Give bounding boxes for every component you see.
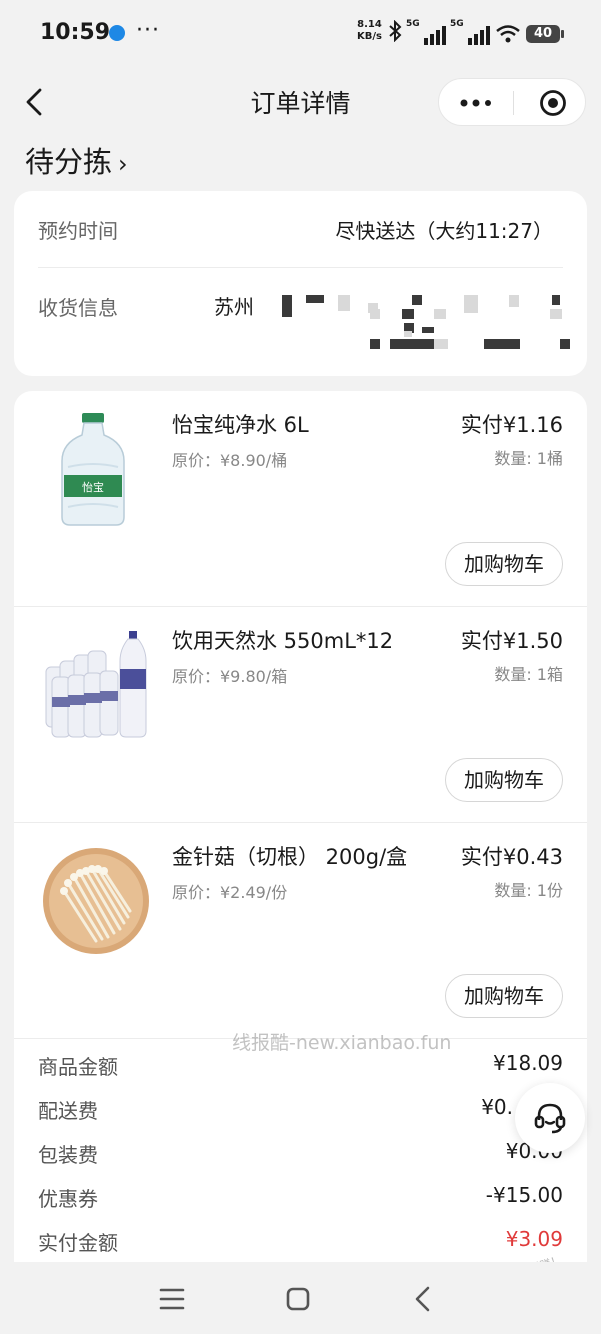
add-to-cart-button[interactable]: 加购物车 — [445, 974, 563, 1018]
goods-item[interactable]: 金针菇（切根） 200g/盒 原价：¥2.49/份 实付¥0.43 数量: 1份… — [14, 823, 587, 1039]
signal-2-label: 5G — [450, 18, 464, 29]
quantity: 数量: 1份 — [494, 881, 563, 900]
packing-fee-row: 包装费 ¥0.00 — [38, 1139, 563, 1175]
delivery-fee-value: ¥0. — [481, 1095, 513, 1119]
mini-program-capsule — [438, 78, 586, 126]
address-value: 苏州 — [214, 295, 254, 319]
bluetooth-icon — [388, 19, 402, 47]
coupon-value: -¥15.00 — [485, 1183, 563, 1207]
product-image-water-pack — [45, 631, 147, 738]
signal-1-label: 5G — [406, 18, 420, 29]
clock: 10:59 — [40, 20, 111, 45]
paid-price: 实付¥1.50 — [460, 629, 563, 653]
customer-service-button[interactable] — [515, 1083, 585, 1153]
quantity: 数量: 1箱 — [494, 665, 563, 684]
home-icon[interactable] — [281, 1282, 315, 1316]
order-status-label: 待分拣 — [25, 145, 113, 179]
goods-amount-row: 商品金额 ¥18.09 — [38, 1051, 563, 1087]
delivery-info-card: 预约时间 尽快送达（大约11:27） 收货信息 苏州 — [14, 191, 587, 376]
status-bar: 10:59 ··· 8.14 KB/s 5G 5G 40 — [0, 0, 601, 70]
system-nav-bar — [0, 1262, 601, 1334]
watermark: 线报酷-new.xianbao.fun — [232, 1032, 452, 1054]
delivery-fee-label: 配送费 — [38, 1099, 98, 1123]
paid-price: 实付¥0.43 — [460, 845, 563, 869]
order-status[interactable]: 待分拣 › — [25, 139, 128, 181]
back-icon[interactable] — [407, 1282, 441, 1316]
network-speed-value: 8.14 — [357, 19, 382, 30]
paid-price: 实付¥1.16 — [460, 413, 563, 437]
divider — [38, 267, 563, 268]
network-speed: 8.14 KB/s — [357, 19, 382, 43]
goods-item[interactable]: 怡宝 怡宝纯净水 6L 原价：¥8.90/桶 实付¥1.16 数量: 1桶 加购… — [14, 391, 587, 607]
reservation-time-label: 预约时间 — [38, 219, 118, 243]
status-icons: 5G 5G 40 — [388, 19, 564, 47]
product-image-enoki-mushroom — [43, 848, 149, 954]
coupon-label: 优惠券 — [38, 1187, 98, 1211]
product-name: 金针菇（切根） 200g/盒 — [172, 845, 408, 869]
wifi-icon — [496, 24, 520, 42]
product-name: 饮用天然水 550mL*12 — [172, 629, 394, 653]
target-icon[interactable] — [539, 89, 567, 117]
goods-amount-value: ¥18.09 — [493, 1051, 563, 1075]
menu-icon[interactable] — [155, 1282, 189, 1316]
nav-bar: 订单详情 — [0, 70, 601, 136]
goods-card: 怡宝 怡宝纯净水 6L 原价：¥8.90/桶 实付¥1.16 数量: 1桶 加购… — [14, 391, 587, 1291]
capsule-divider — [513, 91, 514, 115]
paid-amount-label: 实付金额 — [38, 1231, 118, 1255]
more-dots-icon[interactable] — [459, 89, 493, 117]
add-to-cart-button[interactable]: 加购物车 — [445, 758, 563, 802]
address-label: 收货信息 — [38, 296, 118, 320]
more-notifications-icon: ··· — [136, 18, 160, 43]
product-name: 怡宝纯净水 6L — [172, 413, 309, 437]
original-price: 原价：¥8.90/桶 — [172, 451, 288, 470]
battery-icon: 40 — [526, 24, 564, 43]
cellular-signal-icon: 5G — [450, 19, 490, 45]
original-price: 原价：¥9.80/箱 — [172, 667, 288, 686]
goods-item[interactable]: 饮用天然水 550mL*12 原价：¥9.80/箱 实付¥1.50 数量: 1箱… — [14, 607, 587, 823]
bottle-label: 怡宝 — [82, 480, 104, 494]
product-image-water-bottle: 怡宝 — [61, 413, 125, 526]
quantity: 数量: 1桶 — [494, 449, 563, 468]
paid-amount-value: ¥3.09 — [505, 1227, 563, 1251]
network-speed-unit: KB/s — [357, 31, 382, 42]
delivery-fee-row: 配送费 ¥0. — [38, 1095, 563, 1131]
coupon-row: 优惠券 -¥15.00 — [38, 1183, 563, 1219]
add-to-cart-button[interactable]: 加购物车 — [445, 542, 563, 586]
headset-icon — [534, 1103, 566, 1134]
packing-fee-label: 包装费 — [38, 1143, 98, 1167]
app-notification-icon — [109, 25, 125, 41]
goods-amount-label: 商品金额 — [38, 1055, 118, 1079]
cellular-signal-icon: 5G — [406, 19, 446, 45]
original-price: 原价：¥2.49/份 — [172, 883, 288, 902]
chevron-right-icon: › — [118, 150, 128, 178]
reservation-time-value: 尽快送达（大约11:27） — [335, 219, 553, 243]
paid-amount-row: 实付金额 ¥3.09 — [38, 1227, 563, 1263]
